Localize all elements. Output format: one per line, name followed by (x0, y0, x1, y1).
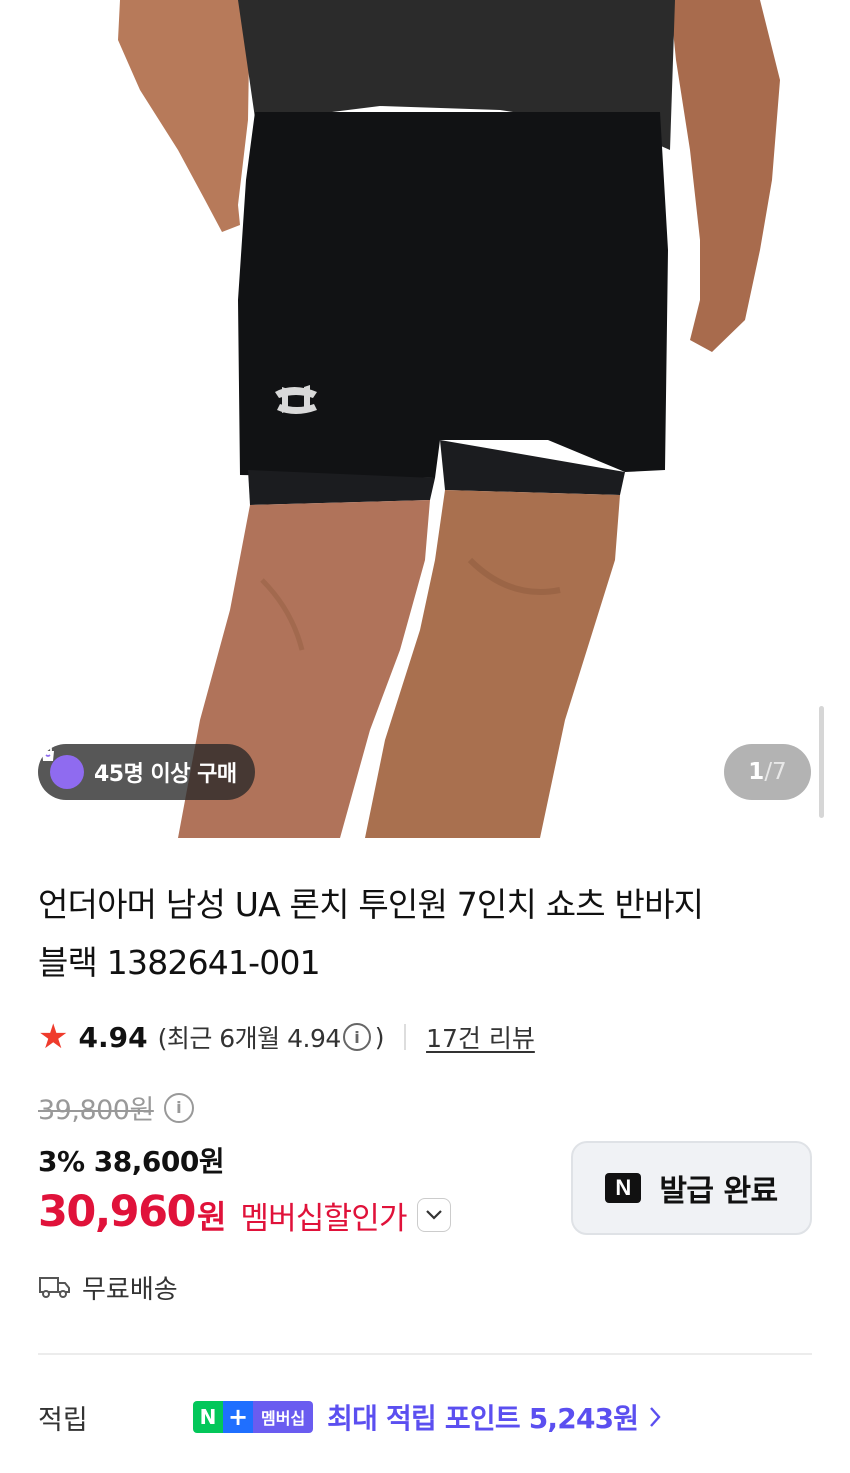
badge-plus: + (223, 1401, 253, 1433)
price-detail-toggle[interactable] (416, 1198, 451, 1232)
naver-plus-membership-badge: N + 멤버십 (193, 1401, 314, 1433)
member-price-label: 멤버십할인가 (240, 1200, 407, 1237)
naver-n-icon: N (605, 1173, 642, 1203)
recent-rating-text: (최근 6개월 4.94 (157, 1024, 342, 1053)
coupon-label: 발급 완료 (659, 1174, 778, 1209)
rating-score: 4.94 (78, 1020, 148, 1054)
rating-row: ★ 4.94 (최근 6개월 4.94 i ) 17건 리뷰 (38, 1016, 535, 1058)
star-icon: ★ (38, 1017, 69, 1057)
sale-price: 3% 38,600원 (38, 1145, 225, 1178)
member-price-unit: 원 (196, 1198, 227, 1236)
product-image-gallery[interactable]: 45명 이상 구매 1 /7 (0, 0, 850, 838)
page-current: 1 (748, 759, 765, 785)
chevron-right-icon (648, 1405, 662, 1429)
recent-rating: (최근 6개월 4.94 i ) (157, 1019, 385, 1055)
product-title: 언더아머 남성 UA 론치 투인원 7인치 쇼츠 반바지 블랙 1382641-… (38, 876, 798, 992)
scrollbar[interactable] (819, 706, 824, 818)
divider (404, 1024, 407, 1050)
info-icon[interactable]: i (342, 1023, 371, 1051)
shopping-bag-icon (42, 745, 84, 789)
coupon-button[interactable]: N 발급 완료 (571, 1141, 812, 1235)
original-price: 39,800원 (38, 1095, 154, 1126)
delivery-truck-icon (39, 1277, 70, 1298)
chevron-down-icon (425, 1210, 442, 1220)
member-price-row: 30,960 원 멤버십할인가 (38, 1186, 451, 1238)
page-total: /7 (764, 759, 787, 785)
price-info-icon[interactable]: i (163, 1092, 194, 1123)
reviews-link[interactable]: 17건 리뷰 (426, 1019, 535, 1055)
product-photo (118, 0, 780, 838)
points-row[interactable]: 적립 N + 멤버십 최대 적립 포인트 5,243원 (38, 1394, 812, 1440)
shipping-label: 무료배송 (82, 1274, 178, 1305)
original-price-row: 39,800원 i (38, 1088, 198, 1127)
purchase-count-badge: 45명 이상 구매 (38, 744, 255, 800)
product-title-line: 블랙 1382641-001 (38, 943, 321, 982)
image-page-counter: 1 /7 (724, 744, 811, 800)
badge-n: N (193, 1401, 223, 1433)
recent-rating-close: ) (374, 1022, 385, 1052)
member-price: 30,960 (38, 1187, 196, 1237)
product-title-line: 언더아머 남성 UA 론치 투인원 7인치 쇼츠 반바지 (38, 885, 704, 924)
purchase-count-text: 45명 이상 구매 (94, 762, 237, 787)
section-divider (38, 1353, 812, 1355)
points-label: 적립 (38, 1404, 88, 1436)
badge-text: 멤버십 (253, 1401, 314, 1433)
shipping-row: 무료배송 (38, 1266, 178, 1308)
max-points-text: 최대 적립 포인트 5,243원 (327, 1402, 639, 1435)
